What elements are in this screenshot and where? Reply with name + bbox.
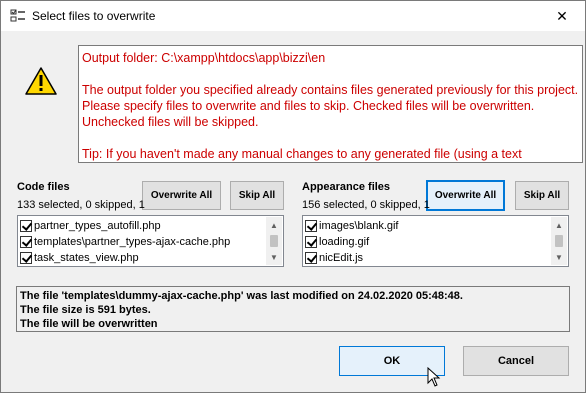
- scrollbar-thumb[interactable]: [270, 235, 278, 247]
- list-item[interactable]: nicEdit.js: [305, 250, 363, 266]
- mouse-pointer-icon: [427, 367, 441, 387]
- chevron-up-icon[interactable]: ▲: [551, 217, 567, 233]
- file-name: nicEdit.js: [319, 252, 364, 264]
- checkbox[interactable]: [20, 252, 32, 264]
- appearance-files-label: Appearance files: [302, 181, 391, 193]
- list-item[interactable]: templates\partner_types-ajax-cache.php: [20, 234, 230, 250]
- title-bar: Select files to overwrite ✕: [1, 1, 585, 31]
- vertical-scrollbar[interactable]: ▲ ▼: [551, 217, 567, 265]
- checklist-icon: [10, 9, 25, 22]
- file-size-text: The file size is 591 bytes.: [20, 304, 151, 316]
- list-item[interactable]: task_states_view.php: [20, 250, 139, 266]
- file-name: templates\partner_types-ajax-cache.php: [34, 236, 231, 248]
- chevron-down-icon[interactable]: ▼: [266, 249, 282, 265]
- dialog-window: Select files to overwrite ✕ Output folde…: [0, 0, 586, 393]
- appearance-files-list[interactable]: images\blank.gif loading.gif nicEdit.js …: [302, 215, 569, 267]
- appearance-overwrite-all-button[interactable]: Overwrite All: [426, 180, 505, 211]
- list-item[interactable]: partner_types_autofill.php: [20, 218, 161, 234]
- file-name: images\blank.gif: [319, 220, 399, 232]
- checkbox[interactable]: [305, 220, 317, 232]
- chevron-up-icon[interactable]: ▲: [266, 217, 282, 233]
- close-button[interactable]: ✕: [539, 1, 585, 31]
- vertical-scrollbar[interactable]: ▲ ▼: [266, 217, 282, 265]
- file-info-panel: The file 'templates\dummy-ajax-cache.php…: [16, 286, 570, 332]
- message-box: Output folder: C:\xampp\htdocs\app\bizzi…: [78, 45, 583, 163]
- checkbox[interactable]: [20, 220, 32, 232]
- code-files-counts: 133 selected, 0 skipped, 1: [17, 199, 145, 211]
- checkbox[interactable]: [20, 236, 32, 248]
- file-name: partner_types_autofill.php: [34, 220, 161, 232]
- file-name: loading.gif: [319, 236, 370, 248]
- appearance-files-counts: 156 selected, 0 skipped, 1: [302, 199, 430, 211]
- code-overwrite-all-button[interactable]: Overwrite All: [142, 181, 221, 210]
- list-item[interactable]: images\blank.gif: [305, 218, 399, 234]
- window-title: Select files to overwrite: [32, 9, 156, 23]
- code-skip-all-button[interactable]: Skip All: [230, 181, 284, 210]
- warning-icon: [25, 67, 57, 95]
- code-files-list[interactable]: partner_types_autofill.php templates\par…: [17, 215, 284, 267]
- file-modified-text: The file 'templates\dummy-ajax-cache.php…: [20, 290, 463, 302]
- tip-text: Tip: If you haven't made any manual chan…: [82, 147, 522, 161]
- scrollbar-thumb[interactable]: [555, 235, 563, 247]
- file-name: task_states_view.php: [34, 252, 139, 264]
- checkbox[interactable]: [305, 236, 317, 248]
- checkbox[interactable]: [305, 252, 317, 264]
- code-files-label: Code files: [17, 181, 70, 193]
- chevron-down-icon[interactable]: ▼: [551, 249, 567, 265]
- appearance-skip-all-button[interactable]: Skip All: [515, 181, 569, 210]
- list-item[interactable]: loading.gif: [305, 234, 369, 250]
- output-folder-text: Output folder: C:\xampp\htdocs\app\bizzi…: [82, 51, 326, 65]
- cancel-button[interactable]: Cancel: [463, 346, 569, 376]
- file-action-text: The file will be overwritten: [20, 318, 158, 330]
- explanation-text: The output folder you specified already …: [82, 83, 579, 129]
